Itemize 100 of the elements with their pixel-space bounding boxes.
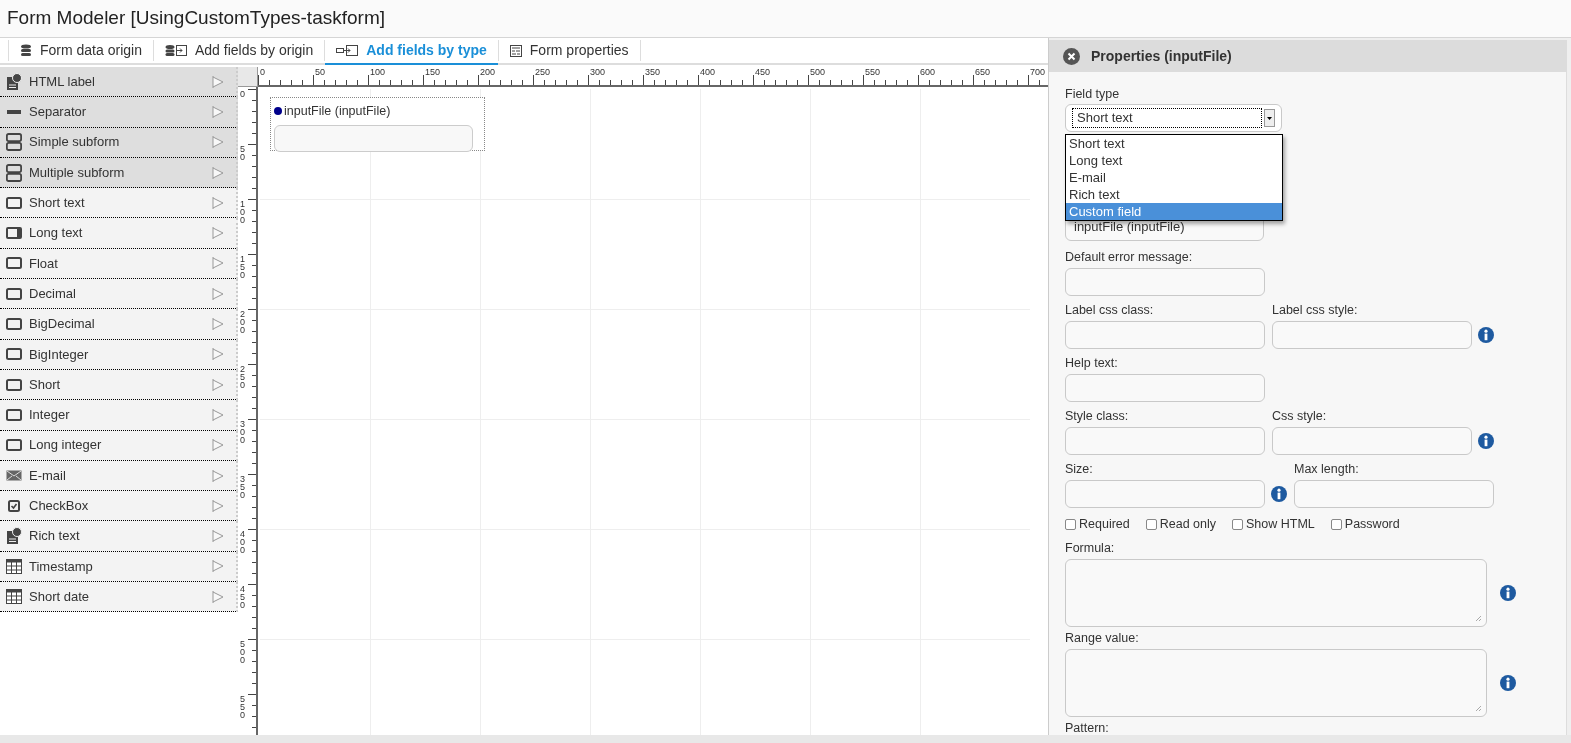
textbox-icon (6, 439, 22, 452)
palette-item[interactable]: CheckBox (0, 491, 238, 522)
dropdown-option[interactable]: Rich text (1066, 186, 1282, 203)
info-icon[interactable] (1478, 433, 1494, 449)
checkbox[interactable]: Read only (1145, 515, 1217, 534)
field-label: Size: (1065, 462, 1094, 476)
ruler-label: 100 (370, 67, 386, 77)
ruler-label: 450 (240, 585, 246, 609)
close-icon[interactable] (1063, 47, 1080, 65)
input-field[interactable] (1294, 480, 1494, 508)
ruler-label: 0 (240, 90, 246, 98)
flag-icon (212, 257, 224, 270)
input-field[interactable] (1065, 268, 1265, 296)
flag-icon (212, 408, 224, 421)
palette-item[interactable]: Timestamp (0, 551, 238, 583)
bullet-icon (274, 107, 282, 116)
flag-icon (212, 196, 224, 209)
flag-icon (212, 287, 224, 300)
palette-item[interactable]: BigDecimal (0, 309, 238, 340)
ruler-label: 500 (240, 640, 246, 664)
flag-icon (212, 469, 224, 482)
tab[interactable]: Add fields by type (325, 38, 498, 65)
input-field[interactable] (1065, 427, 1265, 455)
input-field[interactable] (1065, 374, 1265, 402)
ruler-label: 300 (240, 420, 246, 444)
tab[interactable]: Form properties (498, 38, 640, 63)
info-icon[interactable] (1478, 327, 1494, 343)
ruler-label: 600 (920, 67, 936, 77)
envelope-icon (6, 470, 22, 481)
palette-item[interactable]: Separator (0, 97, 238, 128)
tab[interactable]: Form data origin (9, 38, 153, 63)
palette-item[interactable]: Short date (0, 582, 238, 613)
palette-item[interactable]: Long text (0, 218, 238, 249)
dropdown-option[interactable]: E-mail (1066, 169, 1282, 186)
checkbox[interactable]: Show HTML (1232, 515, 1315, 534)
field-label: Help text: (1065, 356, 1119, 370)
tab[interactable]: Add fields by origin (153, 38, 325, 63)
dropdown-option[interactable]: Long text (1066, 152, 1282, 169)
info-icon[interactable] (1500, 584, 1516, 601)
dropdown-option[interactable]: Short text (1066, 135, 1282, 152)
ruler-label: 650 (975, 67, 991, 77)
input-field[interactable] (1272, 321, 1472, 349)
input-field[interactable] (1065, 480, 1265, 508)
flag-icon (212, 318, 224, 330)
palette-item[interactable]: Float (0, 248, 238, 280)
ruler-label: 350 (645, 67, 661, 77)
database-icon (20, 44, 32, 57)
field-label: Css style: (1272, 409, 1328, 423)
textbox-icon (6, 257, 22, 270)
flag-icon (212, 136, 224, 149)
textarea-icon (6, 227, 22, 240)
ruler-label: 150 (425, 67, 441, 77)
palette-item[interactable]: Integer (0, 400, 238, 431)
text-area[interactable] (1065, 648, 1487, 717)
checkbox-icon (8, 499, 20, 512)
text-area[interactable] (1065, 558, 1487, 627)
ruler-label: 250 (240, 365, 246, 389)
palette-item[interactable]: Short text (0, 188, 238, 219)
ruler-label: 550 (240, 695, 246, 719)
palette-item[interactable]: Rich text (0, 521, 238, 552)
flag-icon (212, 75, 224, 88)
info-icon[interactable] (1271, 486, 1287, 502)
field-label: Label css style: (1272, 303, 1359, 317)
textbox-icon (6, 378, 22, 391)
ruler-label: 400 (700, 67, 716, 77)
field-label: Label css class: (1065, 303, 1155, 317)
flag-icon (212, 348, 224, 361)
palette-item[interactable]: E-mail (0, 460, 238, 492)
field-label: Field type (1065, 87, 1121, 101)
ruler-label: 550 (865, 67, 881, 77)
field-label: Pattern: (1065, 720, 1110, 735)
info-icon[interactable] (1500, 674, 1516, 691)
ruler-label: 250 (535, 67, 551, 77)
flag-icon (212, 560, 224, 573)
palette-item[interactable]: Long integer (0, 430, 238, 461)
ruler-label: 0 (260, 67, 265, 77)
palette-item[interactable]: Short (0, 369, 238, 401)
field-add-icon (336, 44, 359, 57)
flag-icon (212, 227, 224, 240)
form-field-frame[interactable]: inputFile (inputFile) (270, 97, 485, 151)
ruler-label: 50 (240, 145, 246, 161)
palette-item[interactable]: HTML label (0, 67, 238, 98)
flag-icon (212, 530, 224, 543)
field-label: Style class: (1065, 409, 1130, 423)
input-field[interactable] (1065, 321, 1265, 349)
field-type-select[interactable]: Short text (1065, 104, 1282, 132)
flag-icon (212, 378, 224, 391)
palette-item[interactable]: BigInteger (0, 339, 238, 370)
checkbox[interactable]: Required (1065, 515, 1130, 534)
note-pin-icon (6, 72, 22, 91)
panel-title: Properties (inputFile) (1091, 46, 1232, 66)
palette-item[interactable]: Multiple subform (0, 157, 238, 189)
palette-item[interactable]: Simple subform (0, 127, 238, 158)
ruler-label: 100 (240, 200, 246, 224)
palette-item[interactable]: Decimal (0, 279, 238, 310)
checkbox[interactable]: Password (1330, 515, 1400, 534)
input-field[interactable] (1272, 427, 1472, 455)
ruler-label: 400 (240, 530, 246, 554)
window-title: Form Modeler [UsingCustomTypes-taskform] (7, 6, 385, 31)
flag-icon (212, 105, 224, 118)
